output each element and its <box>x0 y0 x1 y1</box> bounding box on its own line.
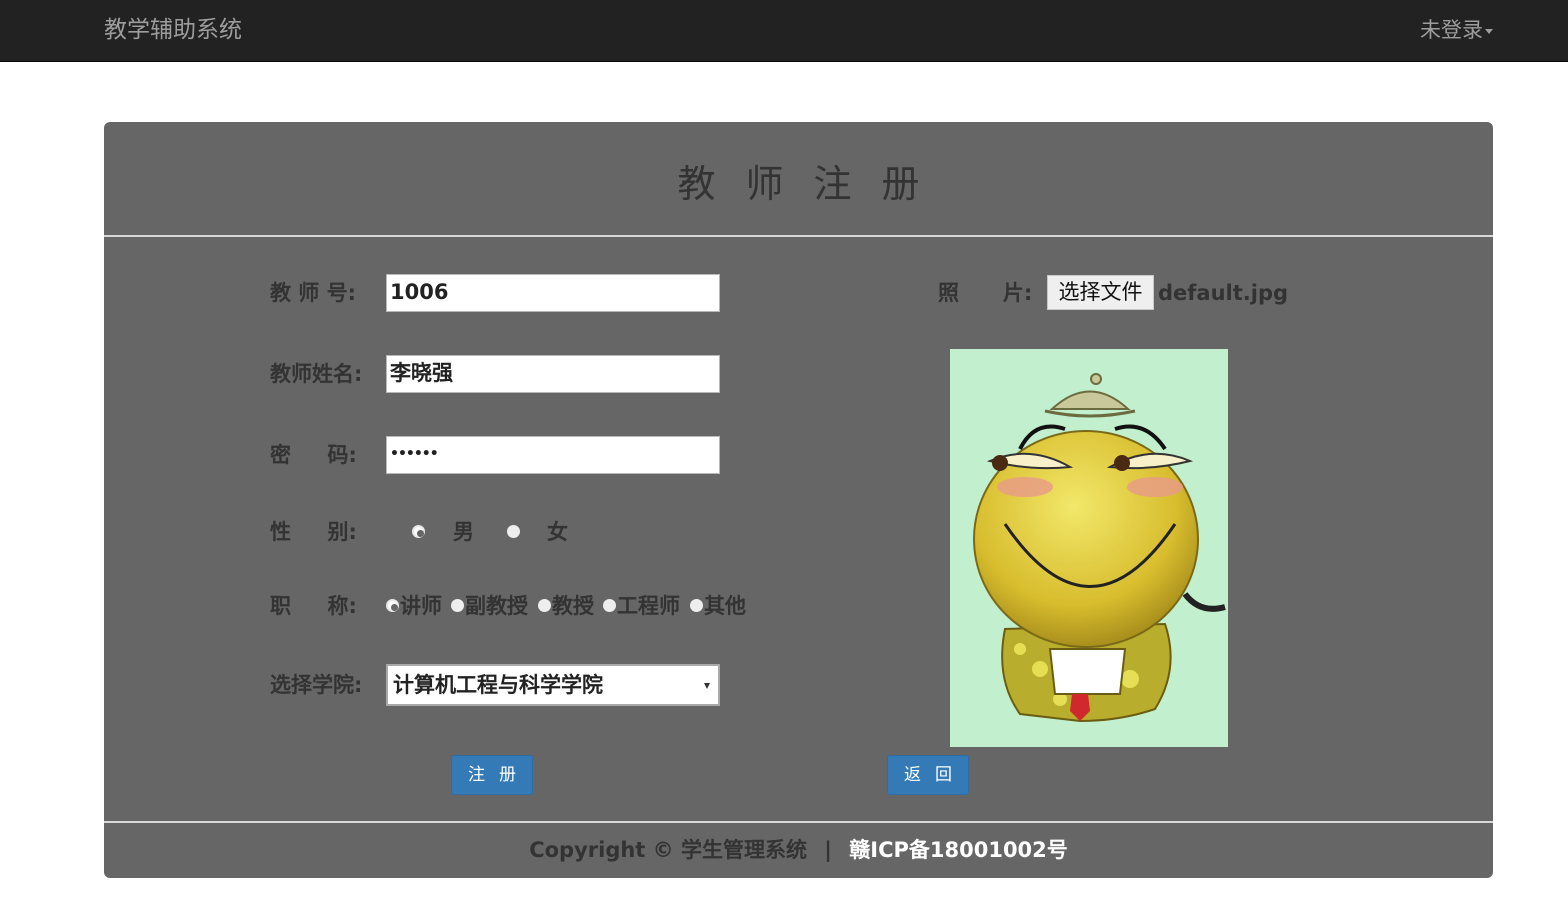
teacher-name-input[interactable]: 李晓强 <box>386 355 720 393</box>
title-other-label: 其他 <box>704 594 746 618</box>
dropdown-arrow-icon <box>704 683 710 689</box>
top-navbar: 教学辅助系统 未登录 <box>0 0 1568 62</box>
title-assoc-prof-radio[interactable] <box>451 599 464 612</box>
title-engineer-radio[interactable] <box>603 599 616 612</box>
register-button[interactable]: 注册 <box>451 755 533 795</box>
teacher-name-label: 教师姓名: <box>270 362 363 386</box>
icp-link[interactable]: 赣ICP备18001002号 <box>849 838 1068 862</box>
title-label: 职 称: <box>270 594 357 618</box>
choose-file-button[interactable]: 选择文件 <box>1047 275 1154 310</box>
title-lecturer-label: 讲师 <box>400 594 442 618</box>
teacher-id-label: 教 师 号: <box>270 281 357 305</box>
panel-title: 教师注册 <box>677 162 950 206</box>
gender-label: 性 别: <box>270 520 357 544</box>
gender-male-label: 男 <box>453 520 474 544</box>
brand-title[interactable]: 教学辅助系统 <box>104 14 242 46</box>
register-panel: 教师注册 教 师 号: 1006 教师姓名: 李晓强 密 码: •••••• 性… <box>104 122 1493 878</box>
login-label: 未登录 <box>1420 18 1483 42</box>
file-name: default.jpg <box>1158 281 1289 305</box>
teacher-photo-preview <box>950 349 1228 747</box>
photo-label: 照 片: <box>938 281 1033 305</box>
title-prof-radio[interactable] <box>538 599 551 612</box>
title-assoc-prof-label: 副教授 <box>465 594 528 618</box>
college-selected-value: 计算机工程与科学学院 <box>393 673 603 697</box>
caret-down-icon <box>1485 28 1493 34</box>
gender-female-radio[interactable] <box>507 525 520 538</box>
teacher-id-input[interactable]: 1006 <box>386 274 720 312</box>
college-select[interactable]: 计算机工程与科学学院 <box>386 664 720 706</box>
college-label: 选择学院: <box>270 673 363 697</box>
title-prof-label: 教授 <box>552 594 594 618</box>
title-other-radio[interactable] <box>690 599 703 612</box>
login-dropdown[interactable]: 未登录 <box>1420 14 1493 46</box>
title-engineer-label: 工程师 <box>617 594 680 618</box>
title-lecturer-radio[interactable] <box>386 599 399 612</box>
gender-male-radio[interactable] <box>412 525 425 538</box>
password-input[interactable]: •••••• <box>386 436 720 474</box>
footer: Copyright © 学生管理系统 | 赣ICP备18001002号 <box>104 832 1493 868</box>
smiley-avatar-image <box>973 373 1226 723</box>
gender-female-label: 女 <box>547 520 568 544</box>
divider <box>104 235 1493 237</box>
copyright-text: Copyright © 学生管理系统 <box>529 838 807 862</box>
footer-separator: | <box>824 838 832 862</box>
divider <box>104 821 1493 823</box>
password-label: 密 码: <box>270 443 357 467</box>
back-button[interactable]: 返回 <box>887 755 969 795</box>
